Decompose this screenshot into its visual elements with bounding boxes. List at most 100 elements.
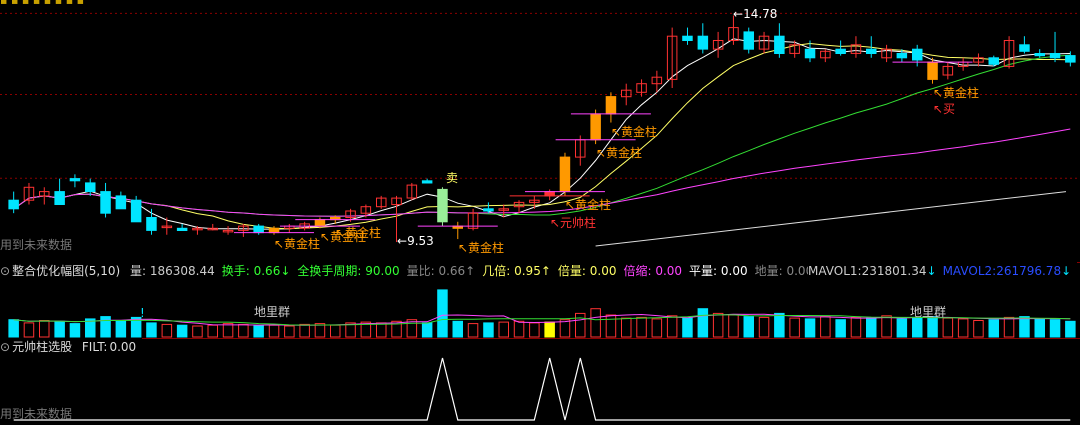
ma10-line xyxy=(13,42,1071,230)
signal-title: 元帅柱选股 xyxy=(12,340,73,354)
volume-bar xyxy=(513,320,525,338)
golden-bar-label: ↖黄金柱 xyxy=(596,146,643,160)
volume-bar xyxy=(835,319,846,338)
volume-bar xyxy=(498,321,509,338)
volume-bar xyxy=(605,314,617,338)
future-data-watermark: 用到未来数据 xyxy=(0,238,73,252)
candle-body xyxy=(866,48,877,55)
candle-body xyxy=(54,191,65,206)
volume-bar xyxy=(299,323,310,338)
signal-panel[interactable]: ⊙ 元帅柱选股 FILT: 0.00 用到未来数据 xyxy=(0,338,1080,425)
volume-bar xyxy=(222,323,234,338)
kline-chart[interactable] xyxy=(0,0,1080,262)
golden-bar-label: ↖黄金柱 xyxy=(335,226,382,240)
volume-bar xyxy=(636,316,647,338)
volume-bar xyxy=(54,320,65,338)
volume-bar xyxy=(161,323,173,338)
kline-panel[interactable]: ▪ ▪ ▪ ▪ ▪ ▪ ▪ ▪ ←14.78 ←9.53 用到未来数据 ↖黄金柱… xyxy=(0,0,1080,262)
volume-bar xyxy=(651,318,663,338)
candle-body xyxy=(69,178,81,182)
volume-bar xyxy=(467,323,479,338)
candle-body xyxy=(896,53,908,59)
volume-bar xyxy=(1034,318,1045,338)
candle-body xyxy=(697,35,709,50)
volume-bar xyxy=(23,322,35,338)
volume-bar xyxy=(253,325,264,338)
candle-body xyxy=(100,191,111,214)
volume-bar xyxy=(1049,319,1061,338)
candle-body xyxy=(176,227,188,232)
volume-bar xyxy=(697,308,709,338)
signal-header: ⊙ 元帅柱选股 FILT: 0.00 xyxy=(0,338,143,356)
candle-body xyxy=(421,180,433,184)
volume-bar xyxy=(881,315,892,338)
volume-bar xyxy=(238,323,249,338)
golden-bar-label: ↖黄金柱 xyxy=(565,198,612,212)
golden-bar-label: ↖黄金柱 xyxy=(611,125,658,139)
volume-stat-6: 倍缩: 0.00 xyxy=(623,264,683,278)
volume-bar xyxy=(69,323,81,338)
mavol-readout: MAVOL1:231801.34↓ MAVOL2:261796.78↓ xyxy=(808,262,1078,280)
candle-body xyxy=(835,48,846,55)
volume-bar xyxy=(927,316,938,338)
signal-line xyxy=(13,357,1071,421)
volume-bar xyxy=(8,319,19,338)
golden-bar-label: ↖黄金柱 xyxy=(274,237,321,251)
candle-body xyxy=(130,199,142,223)
buy-label: ↖买 xyxy=(933,102,956,116)
high-price-label: ←14.78 xyxy=(733,7,778,21)
candle-body xyxy=(85,182,96,192)
volume-bar xyxy=(1019,316,1030,338)
volume-bar xyxy=(483,322,494,338)
volume-stat-3: 量比: 0.66↑ xyxy=(406,264,476,278)
candle-body xyxy=(988,57,999,65)
volume-bar xyxy=(330,324,341,338)
signal-chart[interactable] xyxy=(0,338,1080,425)
ma60-line xyxy=(13,128,1071,217)
volume-bar xyxy=(957,318,969,338)
volume-bar xyxy=(912,316,923,338)
volume-stat-2: 全换手周期: 90.00 xyxy=(297,264,400,278)
ground-volume-label-1: 地里群 xyxy=(254,305,291,319)
ma5-line xyxy=(13,38,1071,230)
volume-bar xyxy=(452,320,463,338)
candle-body xyxy=(605,96,617,115)
candle-body xyxy=(483,208,494,212)
candle-body xyxy=(1049,53,1061,59)
volume-bar xyxy=(284,325,295,338)
volume-bar xyxy=(682,317,693,338)
volume-bar xyxy=(146,322,157,338)
volume-bar xyxy=(820,316,831,338)
volume-bar xyxy=(192,325,203,338)
volume-stat-7: 平量: 0.00 xyxy=(689,264,748,278)
volume-bar xyxy=(421,322,433,338)
volume-bar xyxy=(666,315,678,338)
candle-body xyxy=(253,225,264,234)
volume-bar xyxy=(758,316,770,338)
volume-header: ⊙ 整合优化幅图(5,10) 量: 186308.44 换手: 0.66↓ 全换手周期… xyxy=(0,262,827,280)
candle-body xyxy=(804,48,816,59)
marshal-bar-label: ↖元帅柱 xyxy=(550,216,597,230)
volume-bar xyxy=(973,320,984,338)
ground-volume-label-2: 地里群 xyxy=(910,305,947,319)
volume-panel[interactable]: ⊙ 整合优化幅图(5,10) 量: 186308.44 换手: 0.66↓ 全换手周期… xyxy=(0,262,1080,338)
volume-bar xyxy=(559,319,571,338)
volume-bar xyxy=(728,314,739,338)
volume-bar xyxy=(988,319,999,338)
volume-bar xyxy=(850,316,862,338)
volume-bar xyxy=(575,312,586,338)
volume-bar xyxy=(1003,316,1015,338)
volume-bar xyxy=(774,312,785,338)
panel-menu-icon[interactable]: ⊙ xyxy=(0,340,10,354)
volume-stat-4: 几倍: 0.95↑ xyxy=(482,264,551,278)
volume-bar xyxy=(39,320,50,338)
volume-bar xyxy=(866,317,877,338)
volume-bar xyxy=(376,322,387,338)
future-data-watermark: 用到未来数据 xyxy=(0,407,73,421)
volume-bar xyxy=(1065,320,1076,338)
candle-body xyxy=(314,219,326,227)
candle-body xyxy=(115,195,127,210)
volume-bar xyxy=(544,321,555,338)
panel-menu-icon[interactable]: ⊙ xyxy=(0,264,10,278)
candle-body xyxy=(146,217,157,231)
